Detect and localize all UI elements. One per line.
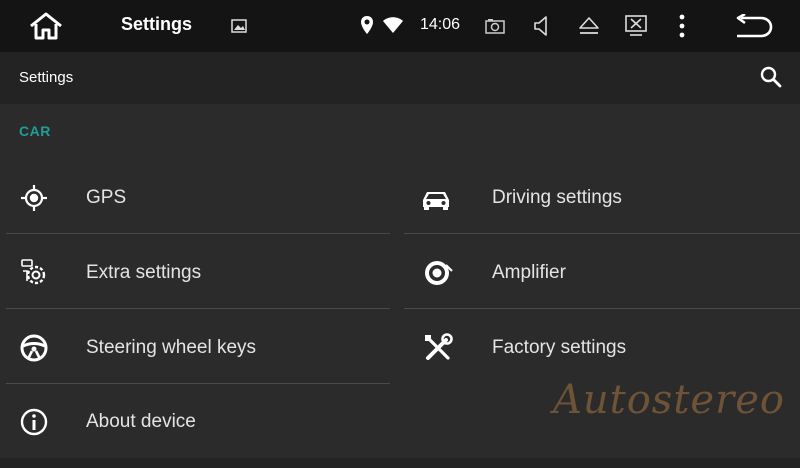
home-icon[interactable] [26, 9, 66, 43]
setting-label: Factory settings [492, 337, 627, 358]
setting-item-factory-settings[interactable]: Factory settings [400, 310, 790, 384]
eject-icon[interactable] [578, 15, 600, 37]
status-bar: Settings 14:06 [0, 0, 800, 52]
setting-item-driving-settings[interactable]: Driving settings [400, 160, 800, 234]
overflow-menu-icon[interactable] [676, 12, 688, 40]
search-icon[interactable] [760, 66, 782, 88]
watermark-logo: Autostereo [553, 377, 785, 423]
divider [404, 308, 800, 309]
divider [404, 233, 800, 234]
setting-label: Extra settings [86, 262, 202, 283]
clock: 14:06 [420, 16, 461, 33]
volume-icon[interactable] [532, 14, 552, 38]
settings-toolbar: Settings [0, 52, 800, 104]
image-icon [230, 17, 248, 35]
steering-wheel-icon [18, 332, 50, 364]
screen-off-icon[interactable] [624, 14, 648, 38]
section-header-car: CAR [19, 123, 51, 139]
info-icon [18, 406, 50, 438]
setting-item-amplifier[interactable]: Amplifier [400, 235, 800, 309]
car-icon [420, 182, 452, 214]
settings-content: CAR GPS Driving settings Extra settings … [0, 104, 800, 468]
setting-label: GPS [86, 187, 127, 208]
tools-icon [422, 332, 454, 364]
gps-icon [18, 182, 50, 214]
wifi-icon [381, 15, 405, 35]
setting-label: Amplifier [492, 262, 566, 283]
setting-item-gps[interactable]: GPS [0, 160, 390, 234]
setting-label: About device [86, 411, 196, 432]
back-icon[interactable] [732, 13, 774, 39]
divider [6, 233, 390, 234]
extra-settings-icon [18, 257, 50, 289]
camera-icon[interactable] [484, 16, 506, 36]
bottom-edge [0, 458, 800, 468]
setting-label: Driving settings [492, 187, 622, 208]
amplifier-icon [422, 257, 454, 289]
statusbar-title: Settings [121, 14, 193, 34]
setting-label: Steering wheel keys [86, 337, 257, 358]
setting-item-about-device[interactable]: About device [0, 384, 390, 458]
setting-item-steering-wheel-keys[interactable]: Steering wheel keys [0, 310, 390, 384]
divider [6, 308, 390, 309]
page-title: Settings [19, 69, 74, 86]
setting-item-extra-settings[interactable]: Extra settings [0, 235, 390, 309]
location-icon [359, 14, 375, 36]
